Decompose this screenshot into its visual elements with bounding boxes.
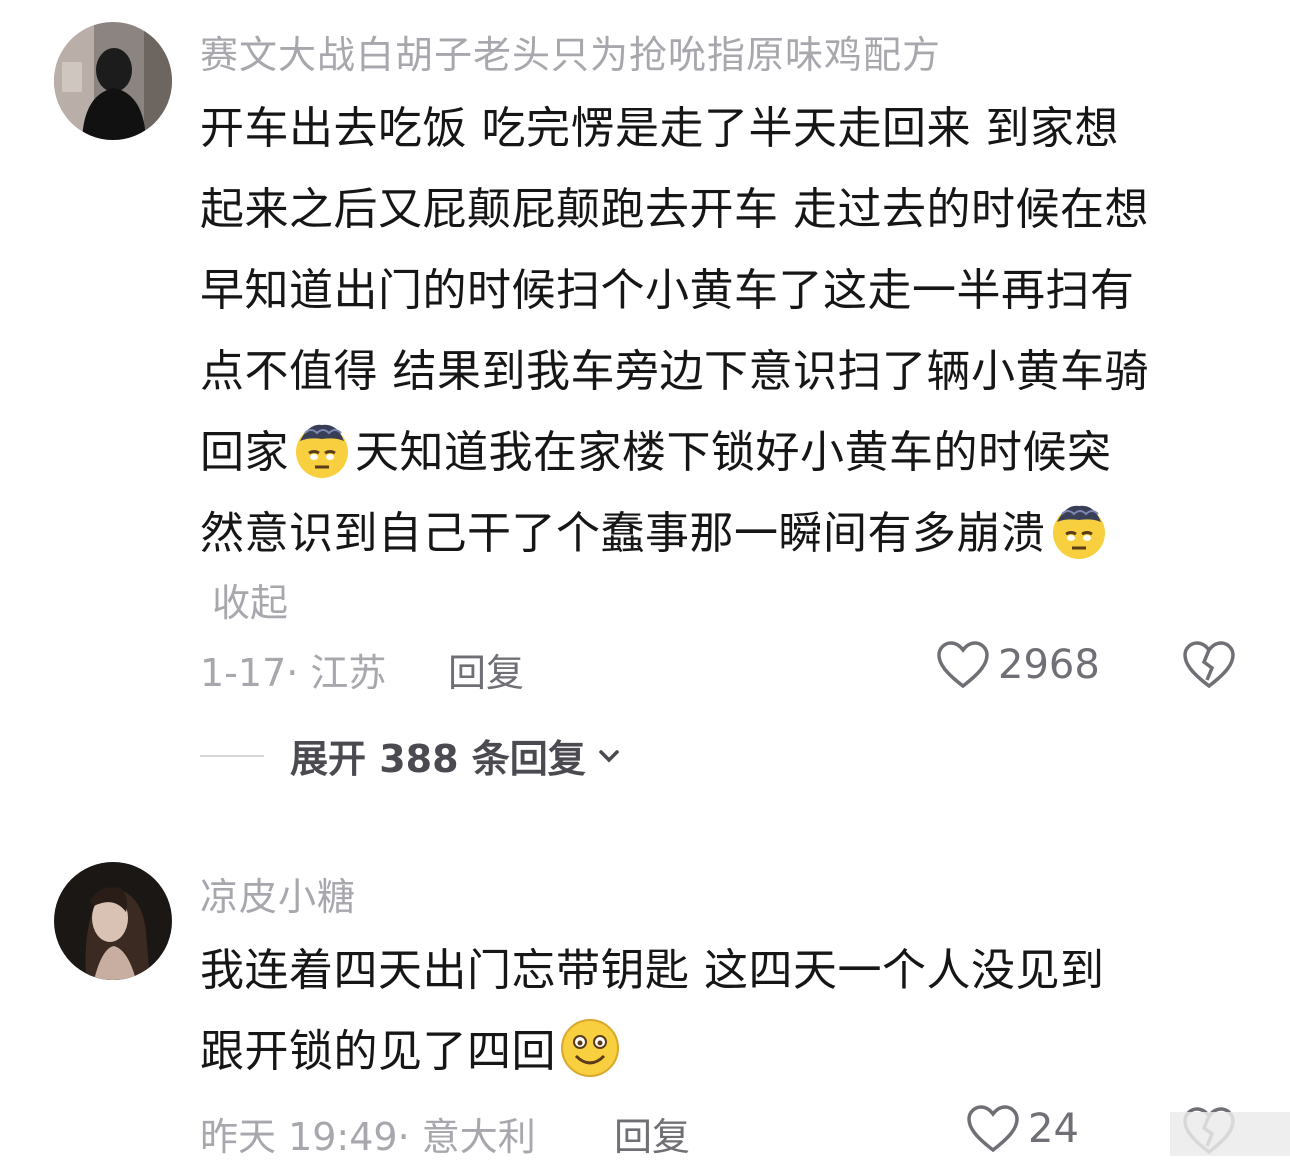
comment-line: 起来之后又屁颠屁颠跑去开车 走过去的时候在想 <box>200 184 1149 235</box>
comment-line: 早知道出门的时候扫个小黄车了这走一半再扫有 <box>200 265 1135 316</box>
comment-line: 天知道我在家楼下锁好小黄车的时候突 <box>355 427 1112 478</box>
comment-meta: 昨天 19:49· 意大利 <box>200 1115 536 1159</box>
comment-line: 然意识到自己干了个蠢事那一瞬间有多崩溃 <box>200 508 1046 559</box>
avatar[interactable] <box>54 22 172 140</box>
expand-replies-label: 展开 388 条回复 <box>290 737 586 781</box>
comment-text: 开车出去吃饭 吃完愣是走了半天走回来 到家想 起来之后又屁颠屁颠跑去开车 走过去… <box>200 88 1250 574</box>
comment-line: 回家 <box>200 427 289 478</box>
reply-button[interactable]: 回复 <box>614 1106 690 1161</box>
reply-button[interactable]: 回复 <box>448 642 524 697</box>
like-button[interactable]: 2968 <box>936 640 1100 690</box>
heart-icon <box>967 1105 1019 1153</box>
comment-item: 赛文大战白胡子老头只为抢吮指原味鸡配方 开车出去吃饭 吃完愣是走了半天走回来 到… <box>0 0 1290 800</box>
broken-heart-icon <box>1183 641 1235 689</box>
comment-meta: 1-17· 江苏 <box>200 651 387 695</box>
username[interactable]: 凉皮小糖 <box>200 866 356 921</box>
like-button[interactable]: 24 <box>966 1104 1079 1154</box>
smile-face-emoji-icon <box>558 1016 622 1106</box>
comment-line: 点不值得 结果到我车旁边下意识扫了辆小黄车骑 <box>200 346 1149 397</box>
watermark-overlay <box>1170 1112 1290 1156</box>
avatar[interactable] <box>54 862 172 980</box>
chevron-down-icon <box>599 749 619 762</box>
expand-replies-button[interactable]: 展开 388 条回复 <box>200 728 624 783</box>
comment-line: 我连着四天出门忘带钥匙 这四天一个人没见到 <box>200 945 1105 996</box>
heart-icon <box>937 641 989 689</box>
collapse-button[interactable]: 收起 <box>212 572 288 627</box>
dislike-button[interactable] <box>1182 640 1236 694</box>
comment-line: 开车出去吃饭 吃完愣是走了半天走回来 到家想 <box>200 103 1119 154</box>
like-count: 2968 <box>998 642 1100 688</box>
like-count: 24 <box>1028 1106 1079 1152</box>
username[interactable]: 赛文大战白胡子老头只为抢吮指原味鸡配方 <box>200 24 941 79</box>
dizzy-face-emoji-icon <box>1048 500 1110 588</box>
comment-line: 跟开锁的见了四回 <box>200 1026 556 1077</box>
divider <box>200 754 264 757</box>
comment-text: 我连着四天出门忘带钥匙 这四天一个人没见到 跟开锁的见了四回 <box>200 930 1250 1092</box>
comment-item: 凉皮小糖 我连着四天出门忘带钥匙 这四天一个人没见到 跟开锁的见了四回 昨天 1… <box>0 850 1290 1159</box>
